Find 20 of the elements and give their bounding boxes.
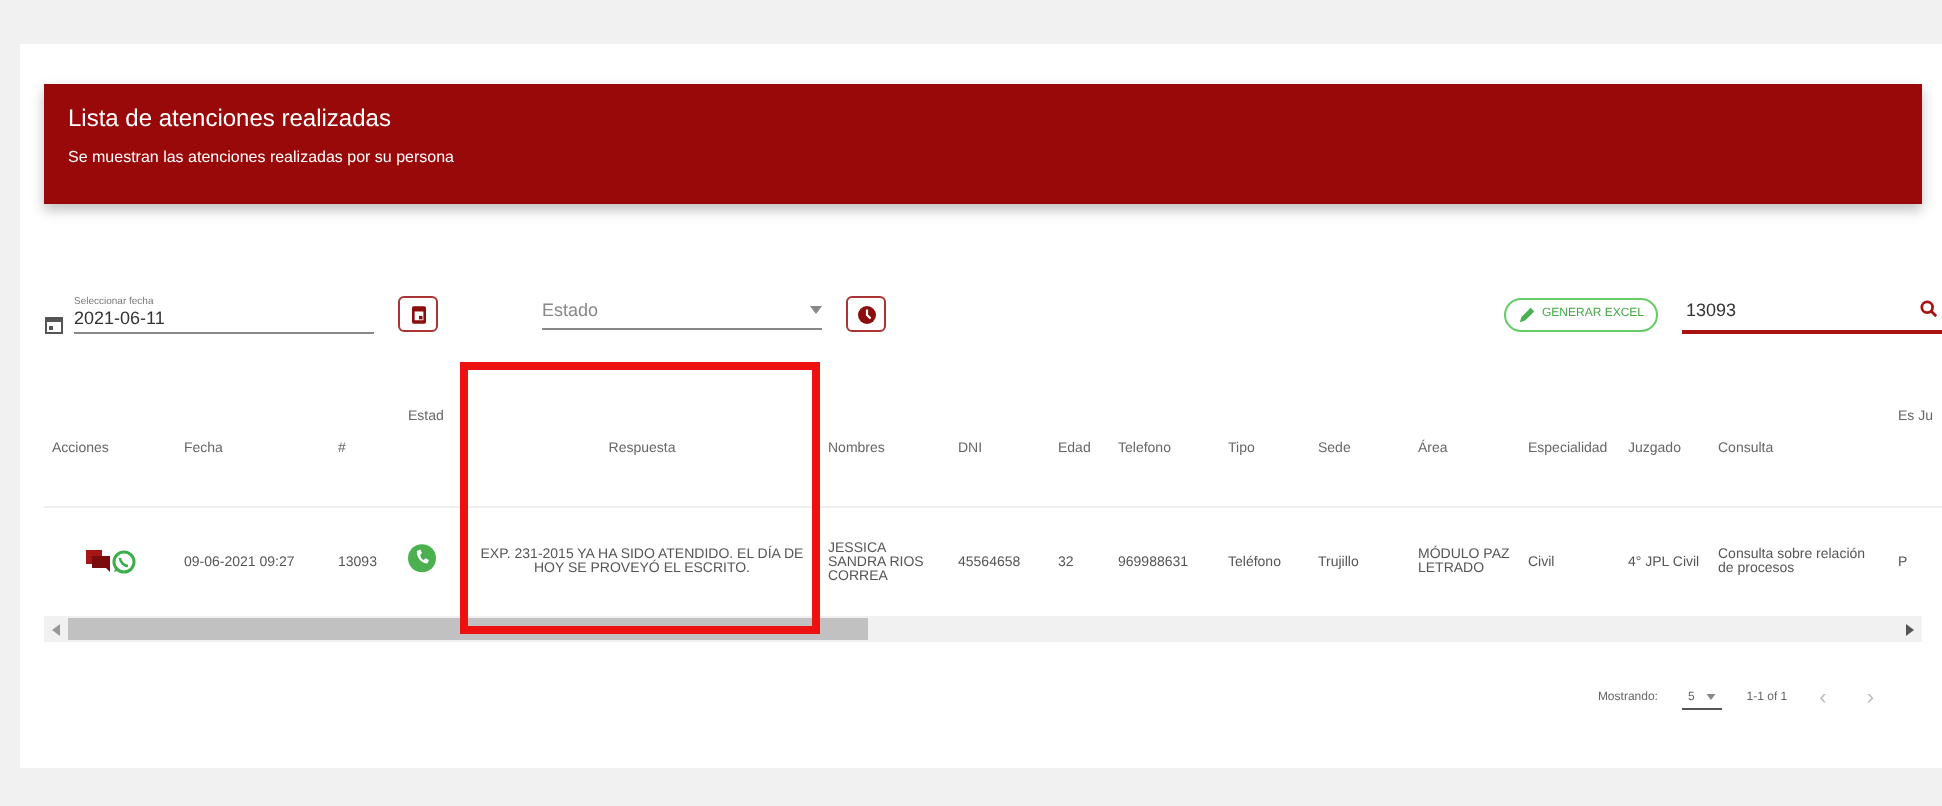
- date-value: 2021-06-11: [74, 307, 167, 327]
- phone-status-icon: [408, 544, 436, 576]
- next-page-button[interactable]: ›: [1858, 686, 1882, 710]
- status-select[interactable]: Estado: [542, 299, 822, 329]
- search-icon: [1920, 300, 1938, 318]
- previous-page-button[interactable]: ‹: [1811, 686, 1835, 710]
- dropdown-caret-icon: [1706, 694, 1717, 700]
- calendar-button[interactable]: [398, 296, 438, 332]
- pencil-icon: [1517, 305, 1536, 323]
- clock-button[interactable]: [846, 296, 886, 332]
- dropdown-caret-icon: [810, 305, 822, 313]
- search-field[interactable]: 13093: [1682, 295, 1942, 333]
- scroll-right-arrow-icon[interactable]: [1906, 623, 1914, 635]
- horizontal-scrollbar[interactable]: [44, 616, 1922, 642]
- clock-icon: [857, 305, 875, 323]
- page-subtitle: Se muestran las atenciones realizadas por su persona: [68, 148, 456, 166]
- calendar-icon: [44, 313, 64, 333]
- page-title: Lista de atenciones realizadas: [68, 104, 393, 132]
- calendar-icon: [411, 305, 425, 323]
- chat-icon[interactable]: [85, 550, 109, 572]
